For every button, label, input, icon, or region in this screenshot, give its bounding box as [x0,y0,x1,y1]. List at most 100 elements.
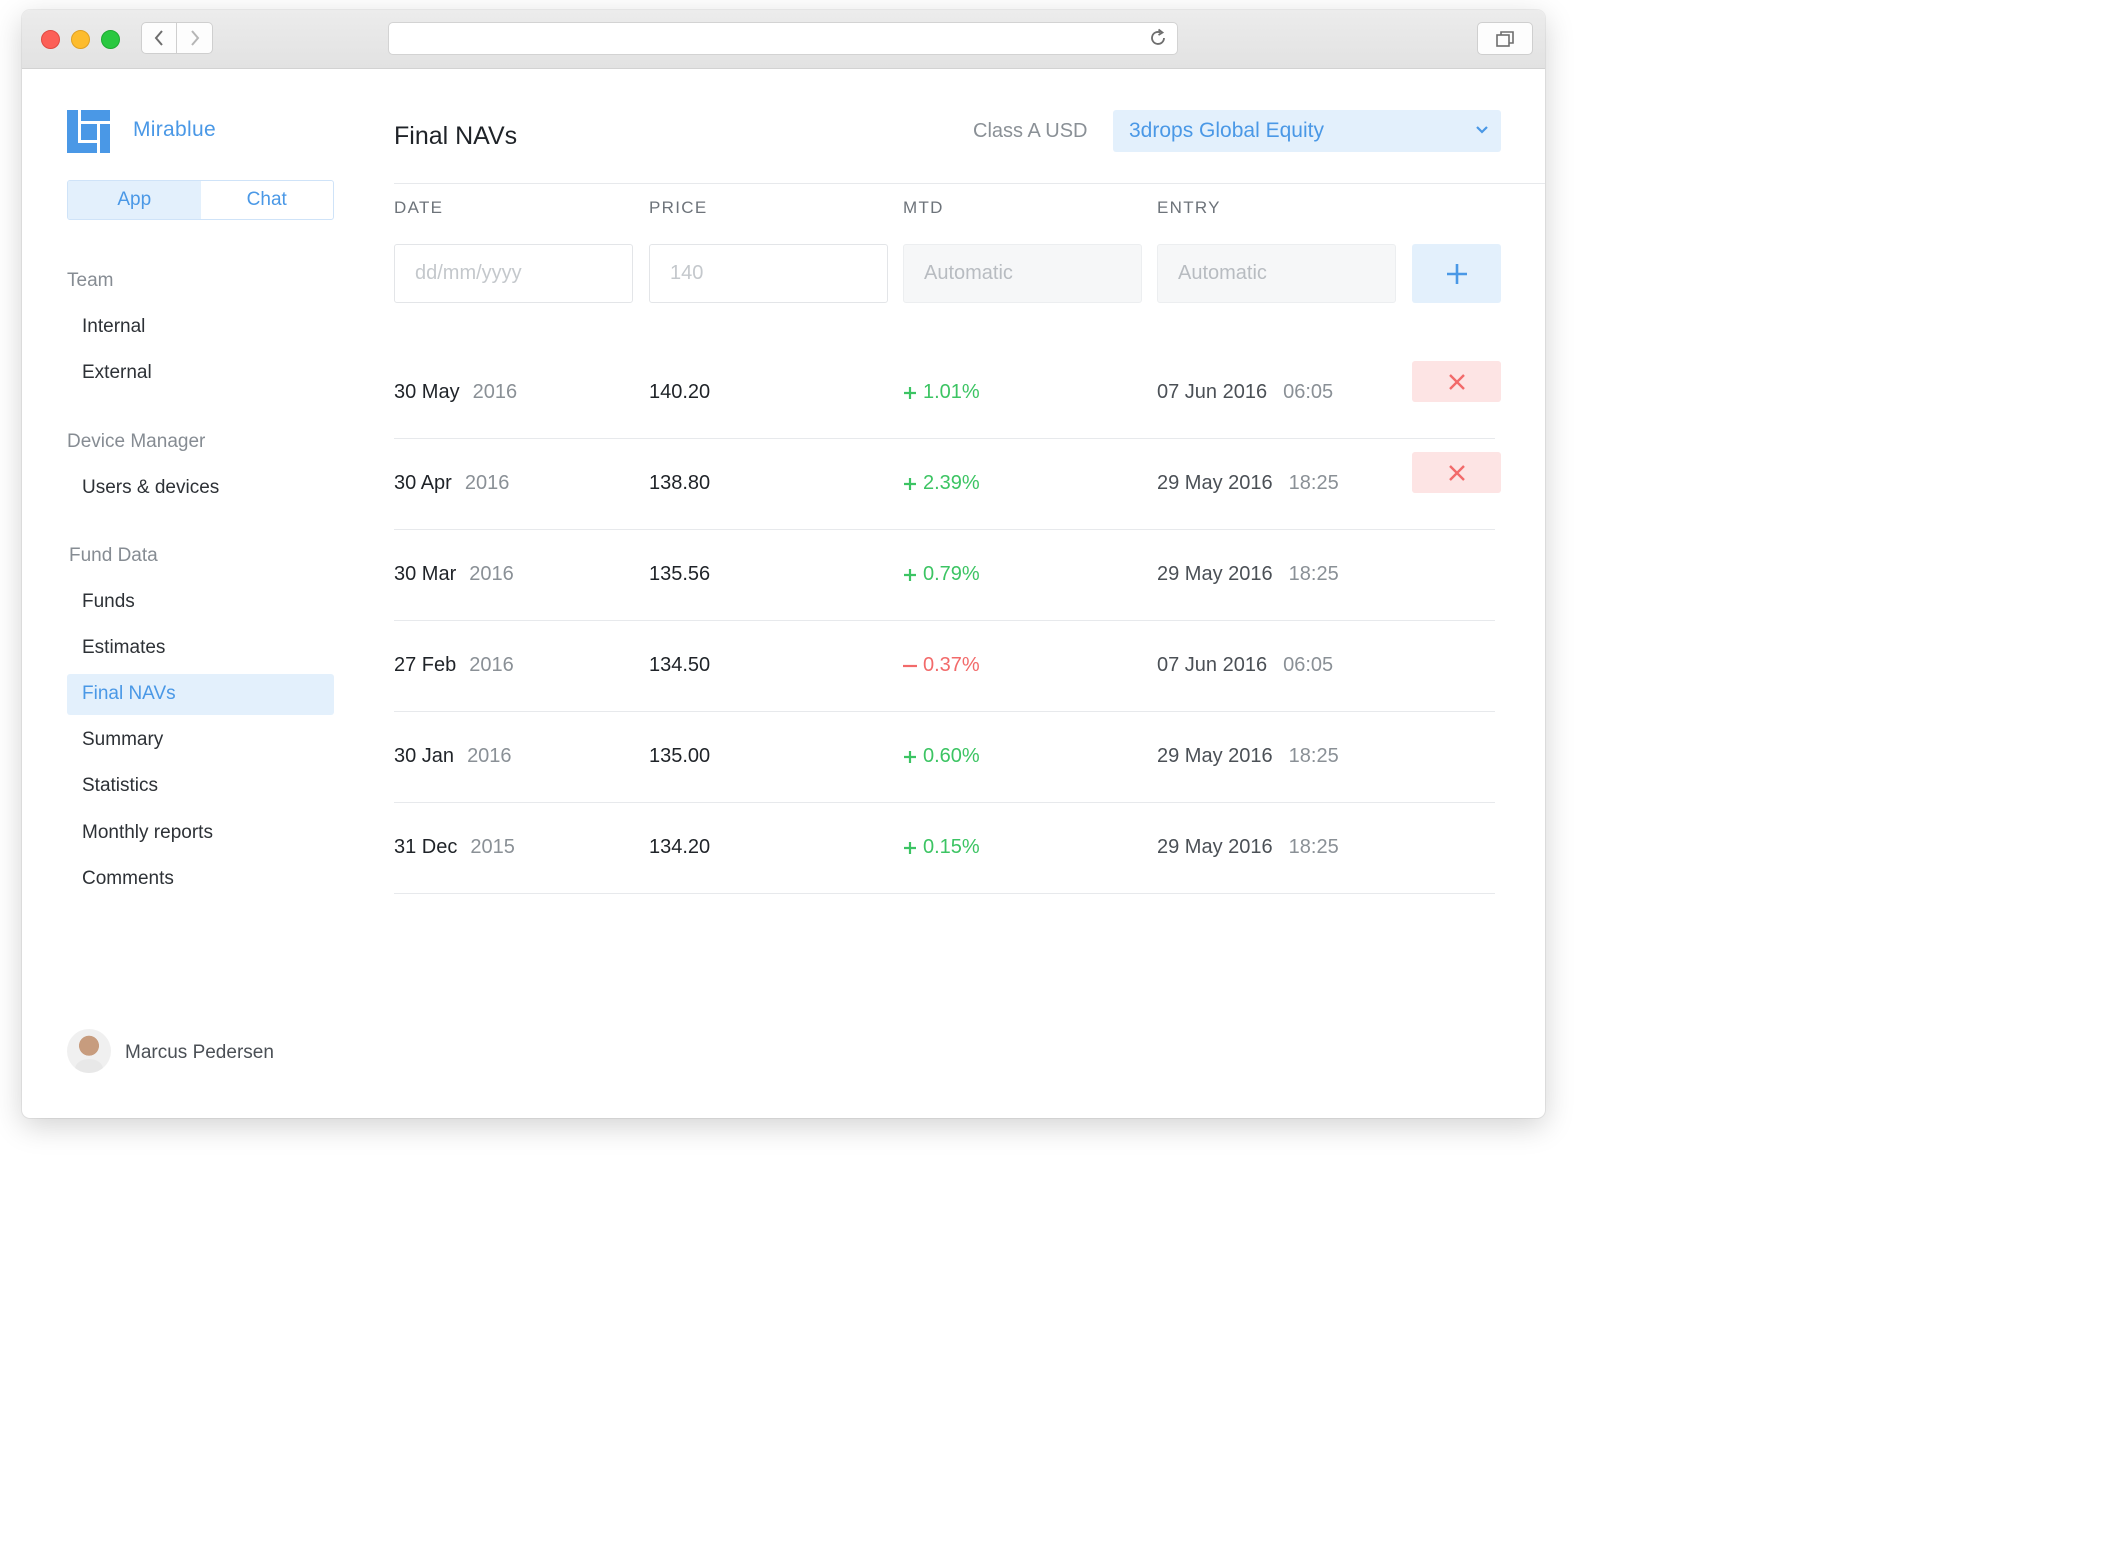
sidebar-item-funds[interactable]: Funds [82,591,135,613]
price-input[interactable] [649,244,888,303]
segment-app[interactable]: App [68,181,201,219]
section-title-device-manager: Device Manager [67,431,206,452]
tabs-overview-button[interactable] [1477,22,1533,55]
column-header-price: PRICE [649,198,708,217]
zoom-window-button[interactable] [101,30,120,49]
mtd-cell: 0.15% [903,802,980,893]
price-cell: 135.56 [649,563,711,585]
sidebar-item-comments[interactable]: Comments [82,868,174,890]
column-header-mtd: MTD [903,198,944,217]
plus-icon [904,386,916,399]
minimize-window-button[interactable] [71,30,90,49]
chevron-left-icon [154,30,163,46]
date-cell: 30 May 2016 [394,347,517,438]
entry-cell: 29 May 2016 18:25 [1157,711,1339,802]
entry-cell: 07 Jun 2016 06:05 [1157,620,1333,711]
nav-year: 2016 [472,381,518,403]
entry-time: 18:25 [1288,563,1339,585]
browser-window: Mirablue App Chat Team Internal External… [22,10,1545,1118]
nav-date: 30 Apr [394,472,452,494]
section-title-team: Team [67,270,114,291]
nav-year: 2016 [467,745,512,767]
sidebar-item-estimates[interactable]: Estimates [82,637,165,659]
delete-row-button[interactable] [1412,361,1501,402]
plus-icon [904,477,916,490]
entry-input [1157,244,1396,303]
mtd-cell: 0.37% [903,620,980,711]
price-cell: 134.20 [649,836,711,858]
nav-date: 27 Feb [394,654,457,676]
mtd-input [903,244,1142,303]
sidebar-item-users-devices[interactable]: Users & devices [82,477,219,499]
entry-time: 06:05 [1283,381,1334,403]
date-input[interactable] [394,244,633,303]
sidebar-item-final-navs[interactable]: Final NAVs [67,674,334,715]
plus-icon [904,568,916,581]
fund-select[interactable]: 3drops Global Equity [1113,110,1501,152]
mtd-value: 2.39% [923,472,980,494]
table-row: 30 Apr 2016 138.80 2.39% 29 May 2016 18:25 [394,438,1501,530]
entry-date: 07 Jun 2016 [1157,381,1268,403]
mtd-cell: 1.01% [903,347,980,438]
nav-date: 30 May [394,381,460,403]
tabs-icon [1496,30,1514,47]
sidebar-item-monthly-reports[interactable]: Monthly reports [82,822,213,844]
mtd-value: 0.79% [923,563,980,585]
address-bar[interactable] [388,22,1178,55]
table-row: 30 May 2016 140.20 1.01% 07 Jun 2016 06:05 [394,347,1501,439]
table-row: 27 Feb 2016 134.50 0.37% 07 Jun 2016 06:05 [394,620,1495,712]
sidebar-item-summary[interactable]: Summary [82,729,163,751]
entry-time: 18:25 [1288,745,1339,767]
mtd-value: 0.60% [923,745,980,767]
plus-icon [1446,263,1467,284]
mtd-value: 0.37% [923,654,980,676]
nav-date: 31 Dec [394,836,458,858]
brand-logo-icon [67,110,110,153]
date-cell: 30 Mar 2016 [394,529,514,620]
table-row: 31 Dec 2015 134.20 0.15% 29 May 2016 18:25 [394,802,1495,894]
column-header-entry: ENTRY [1157,198,1221,217]
segment-chat[interactable]: Chat [201,181,334,219]
plus-icon [904,750,916,763]
sidebar-item-internal[interactable]: Internal [82,316,145,338]
user-name[interactable]: Marcus Pedersen [125,1042,274,1064]
fund-select-value: 3drops Global Equity [1129,119,1324,142]
browser-titlebar [22,10,1545,69]
chevron-down-icon [1476,126,1488,134]
table-row: 30 Mar 2016 135.56 0.79% 29 May 2016 18:25 [394,529,1495,621]
reload-icon[interactable] [1147,27,1169,49]
avatar[interactable] [67,1029,111,1073]
entry-time: 18:25 [1288,836,1339,858]
nav-year: 2016 [469,654,514,676]
nav-year: 2015 [470,836,515,858]
header-divider [394,183,1545,184]
back-button[interactable] [141,22,177,54]
price-cell: 140.20 [649,381,711,403]
sidebar-item-external[interactable]: External [82,362,152,384]
date-cell: 27 Feb 2016 [394,620,514,711]
entry-cell: 29 May 2016 18:25 [1157,802,1339,893]
app-chat-switch: App Chat [67,180,334,220]
nav-date: 30 Jan [394,745,455,767]
date-cell: 30 Jan 2016 [394,711,512,802]
close-window-button[interactable] [41,30,60,49]
delete-row-button[interactable] [1412,452,1501,493]
entry-date: 29 May 2016 [1157,563,1273,585]
entry-cell: 07 Jun 2016 06:05 [1157,347,1333,438]
nav-year: 2016 [464,472,510,494]
forward-button[interactable] [177,22,213,54]
sidebar-item-statistics[interactable]: Statistics [82,775,158,797]
mtd-value: 1.01% [923,381,980,403]
mtd-value: 0.15% [923,836,980,858]
entry-date: 29 May 2016 [1157,745,1273,767]
mtd-cell: 2.39% [903,438,980,529]
close-icon [1448,373,1465,390]
close-icon [1448,464,1465,481]
plus-icon [904,841,916,854]
add-nav-button[interactable] [1412,244,1501,303]
mtd-cell: 0.79% [903,529,980,620]
minus-icon [903,664,917,667]
mtd-cell: 0.60% [903,711,980,802]
share-class-label: Class A USD [973,120,1088,142]
entry-date: 29 May 2016 [1157,836,1273,858]
